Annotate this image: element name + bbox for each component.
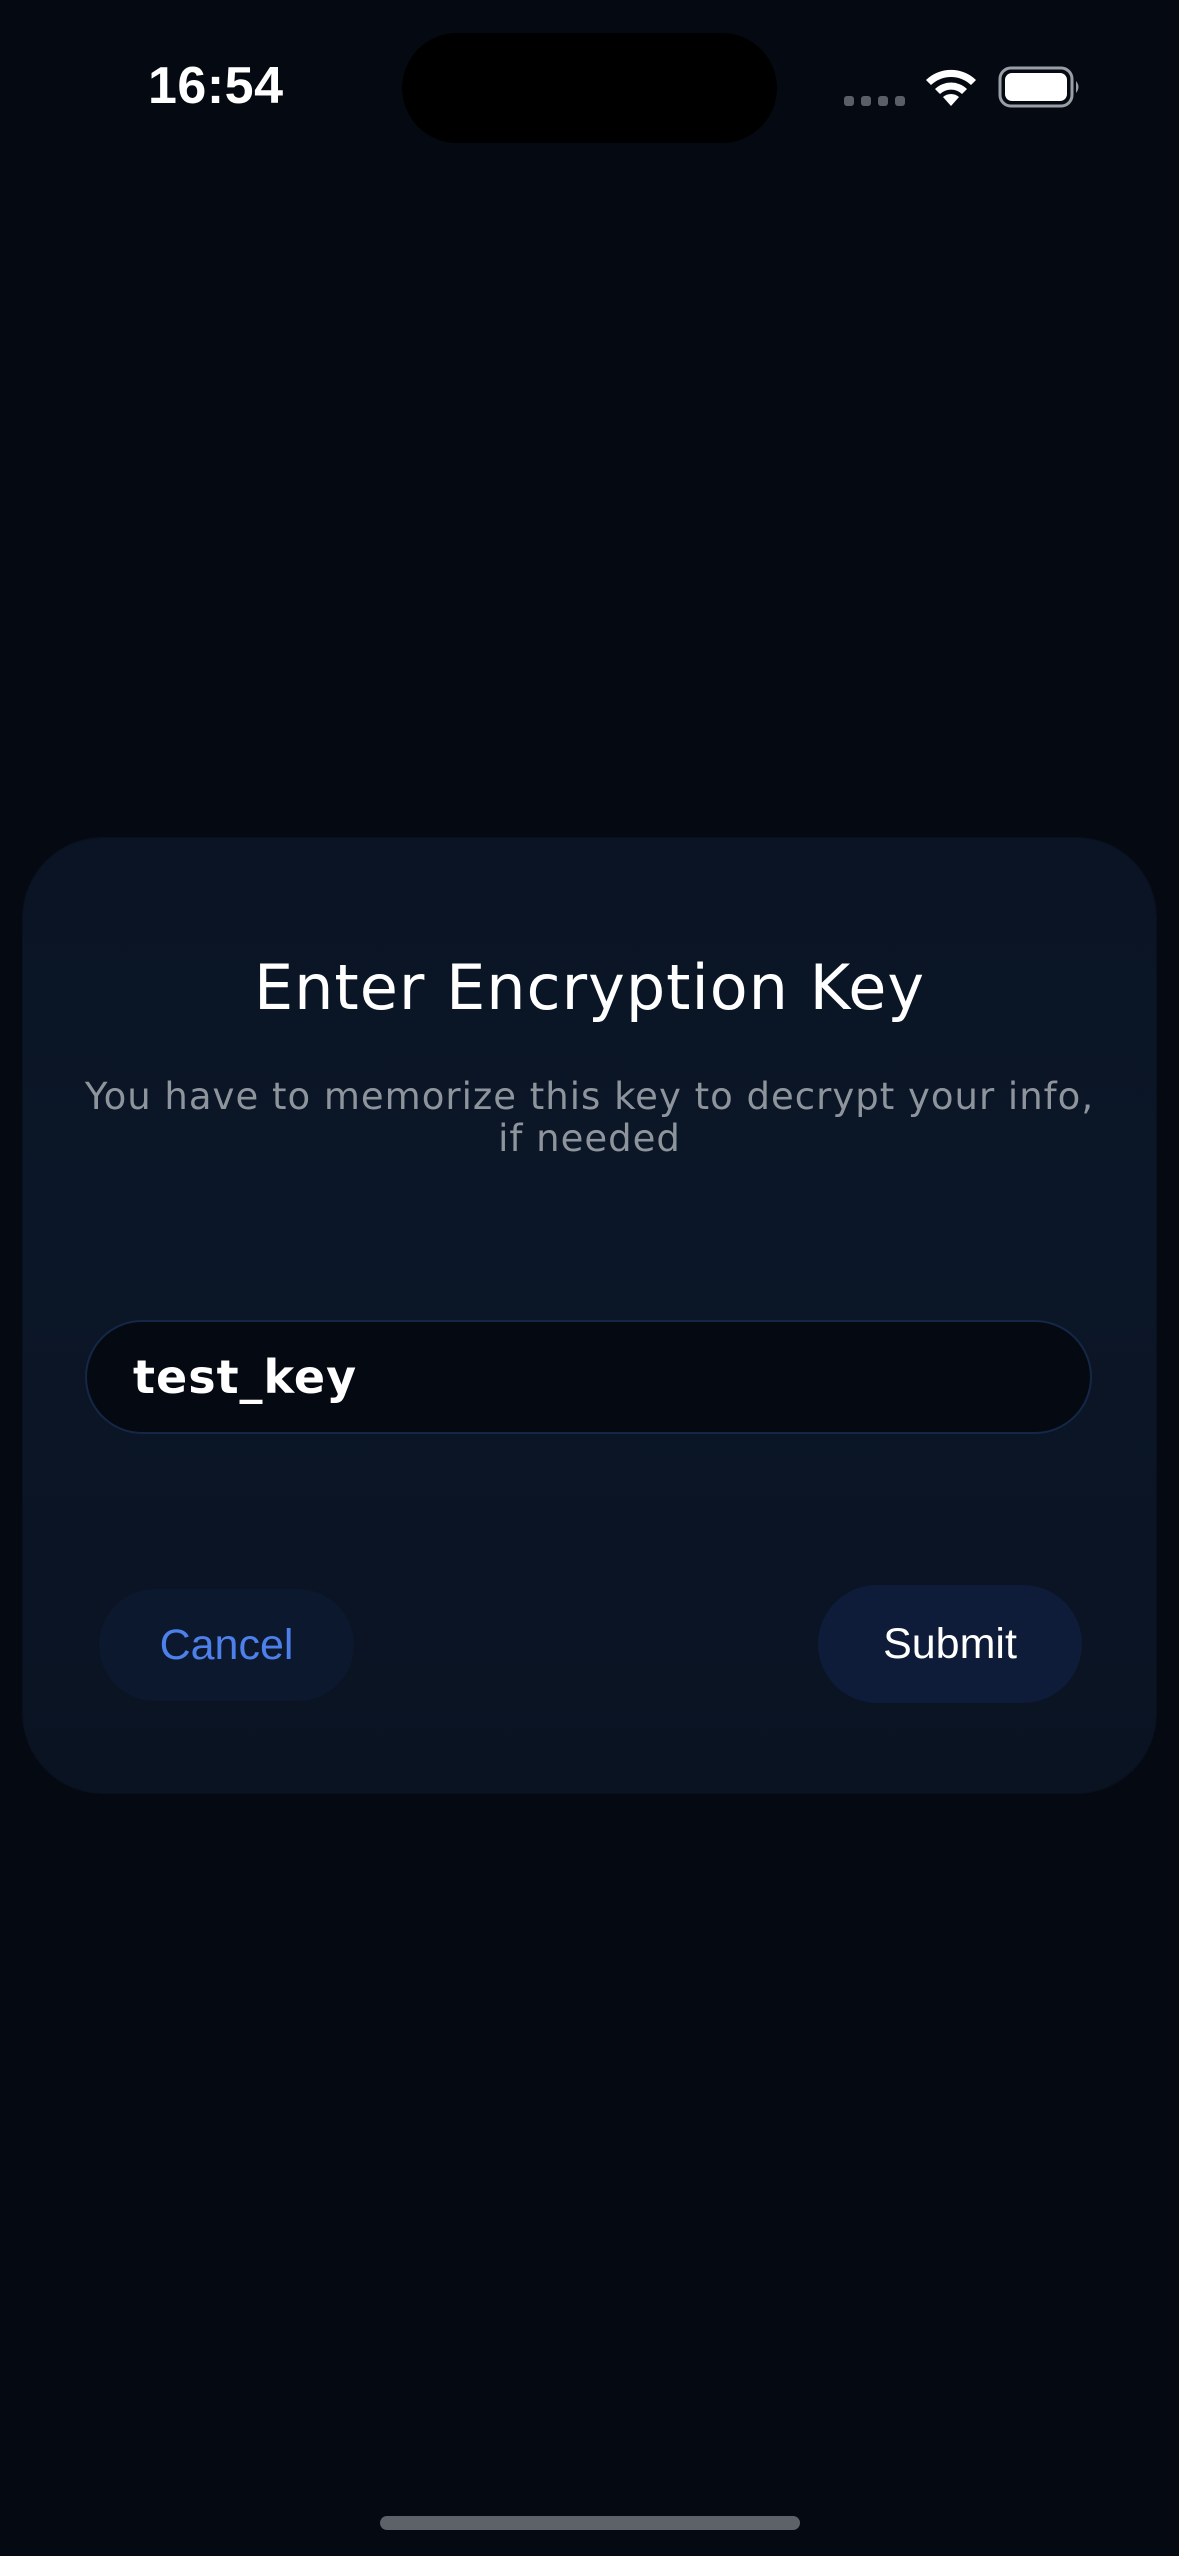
dialog-title: Enter Encryption Key [253, 951, 926, 1024]
encryption-key-input[interactable] [85, 1320, 1092, 1434]
signal-dots-icon [844, 96, 905, 106]
status-time: 16:54 [148, 57, 284, 115]
battery-icon [998, 66, 1079, 108]
screen: 16:54 Enter Encryption Key You have to m… [0, 0, 1179, 2556]
dynamic-island [402, 33, 777, 143]
encryption-key-dialog: Enter Encryption Key You have to memoriz… [23, 838, 1156, 1793]
home-indicator[interactable] [380, 2516, 800, 2530]
wifi-icon [926, 69, 976, 106]
cancel-button[interactable]: Cancel [99, 1589, 354, 1701]
dialog-subtitle: You have to memorize this key to decrypt… [84, 1075, 1095, 1160]
submit-button[interactable]: Submit [818, 1585, 1082, 1703]
